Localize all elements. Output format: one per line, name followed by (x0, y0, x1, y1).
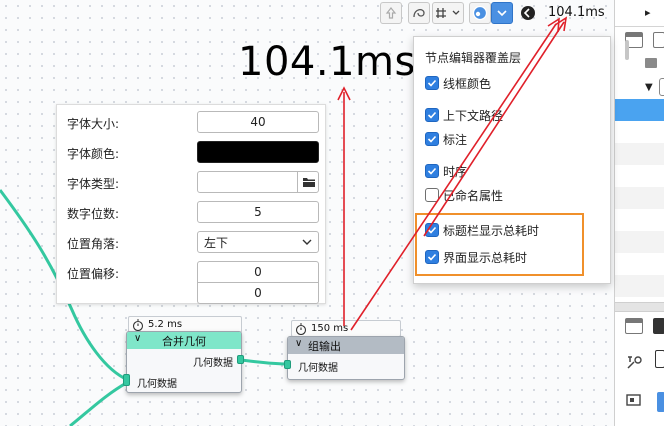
arrow-checkbox-to-header (423, 21, 565, 237)
arrow-to-header-timing (350, 23, 557, 331)
arrow-to-header-timing-head (547, 17, 560, 33)
annotation-arrows (337, 16, 568, 331)
